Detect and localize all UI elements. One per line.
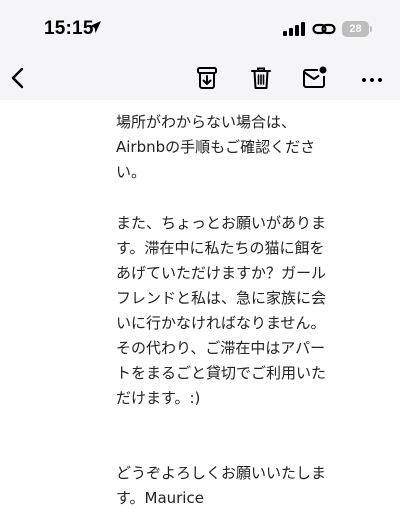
message-line: い。 bbox=[116, 163, 147, 181]
message-line: す。滞在中に私たちの猫に餌を bbox=[116, 239, 325, 257]
message-line: だけます。:) bbox=[116, 389, 201, 407]
message-line: トをまるごと貸切でご利用いた bbox=[116, 364, 327, 382]
message-line: また、ちょっとお願いがありま bbox=[116, 214, 327, 232]
battery-icon: 28 bbox=[342, 21, 369, 37]
trash-icon[interactable] bbox=[245, 62, 277, 94]
chevron-left-icon[interactable] bbox=[4, 62, 36, 94]
message-line: 場所がわからない場合は、 bbox=[116, 113, 297, 131]
message-line: フレンドと私は、急に家族に会 bbox=[116, 289, 327, 307]
cellular-signal-icon bbox=[283, 22, 305, 36]
status-time: 15:15 bbox=[44, 18, 94, 39]
message-line: Airbnbの手順もご確認くださ bbox=[116, 138, 316, 156]
more-icon[interactable] bbox=[356, 62, 388, 94]
message-line: その代わり、ご滞在中はアパー bbox=[116, 339, 326, 357]
message-line: いに行かなければなりません。 bbox=[116, 314, 326, 332]
battery-cap bbox=[370, 26, 372, 32]
message-body: 場所がわからない場合は、 Airbnbの手順もご確認くださ い。 また、ちょっと… bbox=[116, 100, 380, 511]
mark-unread-icon[interactable] bbox=[298, 62, 330, 94]
message-line: どうぞよろしくお願いいたしま bbox=[116, 464, 327, 482]
link-icon bbox=[312, 23, 336, 35]
location-arrow-icon bbox=[89, 21, 101, 33]
status-bar: 15:15 28 bbox=[0, 0, 400, 56]
message-toolbar bbox=[0, 56, 400, 100]
message-line: あげていただけますか？ガール bbox=[116, 264, 327, 282]
message-line: す。Maurice bbox=[116, 489, 204, 507]
archive-icon[interactable] bbox=[191, 62, 223, 94]
top-bar: 15:15 28 bbox=[0, 0, 400, 100]
